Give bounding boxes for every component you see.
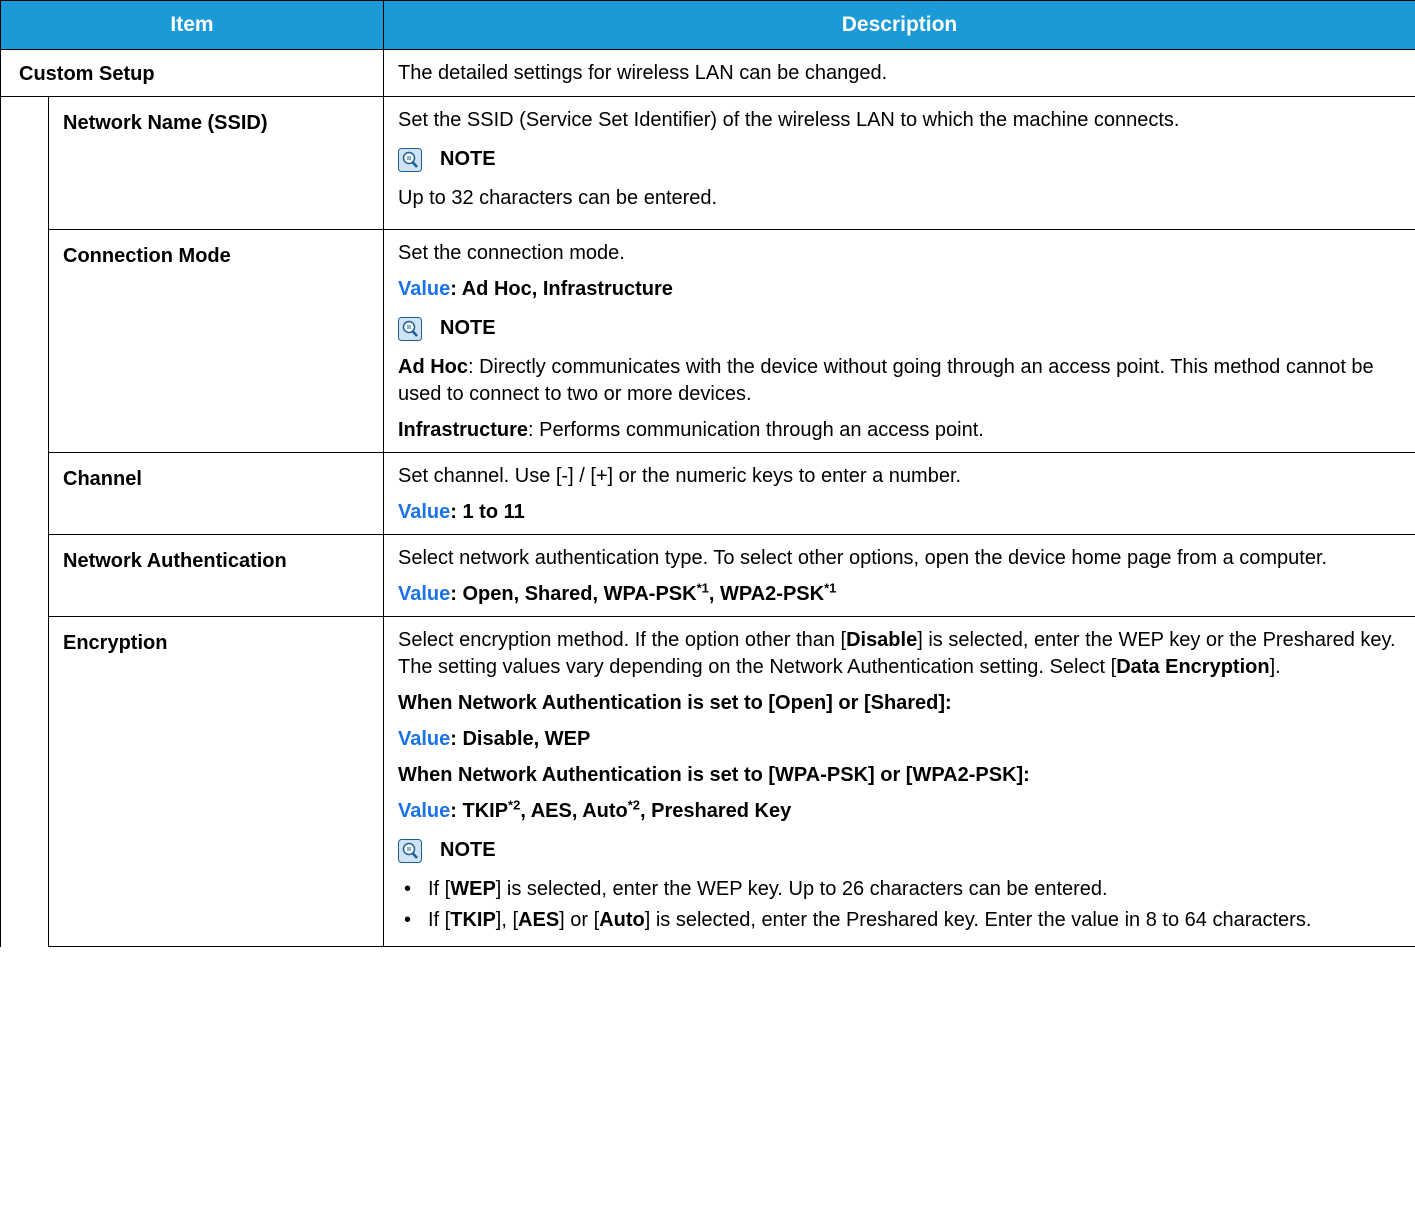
value-line: Value: Ad Hoc, Infrastructure: [398, 278, 673, 300]
note-lightbulb-icon: [398, 316, 422, 341]
custom-setup-description: The detailed settings for wireless LAN c…: [383, 49, 1415, 97]
header-description: Description: [383, 0, 1415, 50]
table-row: Custom Setup The detailed settings for w…: [0, 49, 1415, 97]
channel-label: Channel: [48, 452, 384, 535]
encryption-label: Encryption: [48, 616, 384, 947]
custom-setup-label: Custom Setup: [0, 49, 384, 97]
connection-mode-label: Connection Mode: [48, 229, 384, 453]
value-line: Value: Disable, WEP: [398, 728, 591, 750]
ssid-description: Set the SSID (Service Set Identifier) of…: [398, 109, 1180, 131]
note-text: Up to 32 characters can be entered.: [398, 187, 718, 209]
adhoc-note: Ad Hoc: Directly communicates with the d…: [398, 356, 1374, 405]
value-line: Value: Open, Shared, WPA-PSK*1, WPA2-PSK…: [398, 580, 837, 605]
note-heading: NOTE: [398, 315, 1397, 342]
condition-open-shared: When Network Authentication is set to [O…: [398, 692, 952, 714]
encryption-description-cell: Select encryption method. If the option …: [383, 616, 1415, 947]
note-lightbulb-icon: [398, 838, 422, 863]
table-row: Channel Set channel. Use [-] / [+] or th…: [1, 452, 1415, 535]
indent-cell: [0, 96, 49, 947]
encryption-description: Select encryption method. If the option …: [398, 629, 1396, 678]
ssid-description-cell: Set the SSID (Service Set Identifier) of…: [383, 96, 1415, 230]
settings-table: Item Description Custom Setup The detail…: [0, 0, 1415, 947]
note-label: NOTE: [440, 839, 496, 861]
table-row: Network Authentication Select network au…: [1, 534, 1415, 617]
table-row: Connection Mode Set the connection mode.…: [1, 229, 1415, 453]
list-item: If [TKIP], [AES] or [Auto] is selected, …: [398, 907, 1397, 934]
value-line: Value: 1 to 11: [398, 501, 525, 523]
network-auth-description-cell: Select network authentication type. To s…: [383, 534, 1415, 617]
note-bullet-list: If [WEP] is selected, enter the WEP key.…: [398, 876, 1397, 934]
infrastructure-note: Infrastructure: Performs communication t…: [398, 419, 984, 441]
note-heading: NOTE: [398, 837, 1397, 864]
network-auth-description: Select network authentication type. To s…: [398, 547, 1328, 569]
ssid-label: Network Name (SSID): [48, 96, 384, 230]
header-item: Item: [0, 0, 384, 50]
channel-description-cell: Set channel. Use [-] / [+] or the numeri…: [383, 452, 1415, 535]
note-lightbulb-icon: [398, 147, 422, 172]
connection-mode-description: Set the connection mode.: [398, 242, 625, 264]
note-heading: NOTE: [398, 146, 1397, 173]
value-line: Value: TKIP*2, AES, Auto*2, Preshared Ke…: [398, 797, 792, 822]
connection-mode-description-cell: Set the connection mode. Value: Ad Hoc, …: [383, 229, 1415, 453]
table-row: Network Name (SSID) Set the SSID (Servic…: [0, 96, 1415, 947]
table-row: Encryption Select encryption method. If …: [1, 616, 1415, 947]
note-label: NOTE: [440, 148, 496, 170]
network-auth-label: Network Authentication: [48, 534, 384, 617]
channel-description: Set channel. Use [-] / [+] or the numeri…: [398, 465, 962, 487]
list-item: If [WEP] is selected, enter the WEP key.…: [398, 876, 1397, 903]
condition-wpa: When Network Authentication is set to [W…: [398, 764, 1030, 786]
table-header-row: Item Description: [0, 0, 1415, 50]
note-label: NOTE: [440, 317, 496, 339]
